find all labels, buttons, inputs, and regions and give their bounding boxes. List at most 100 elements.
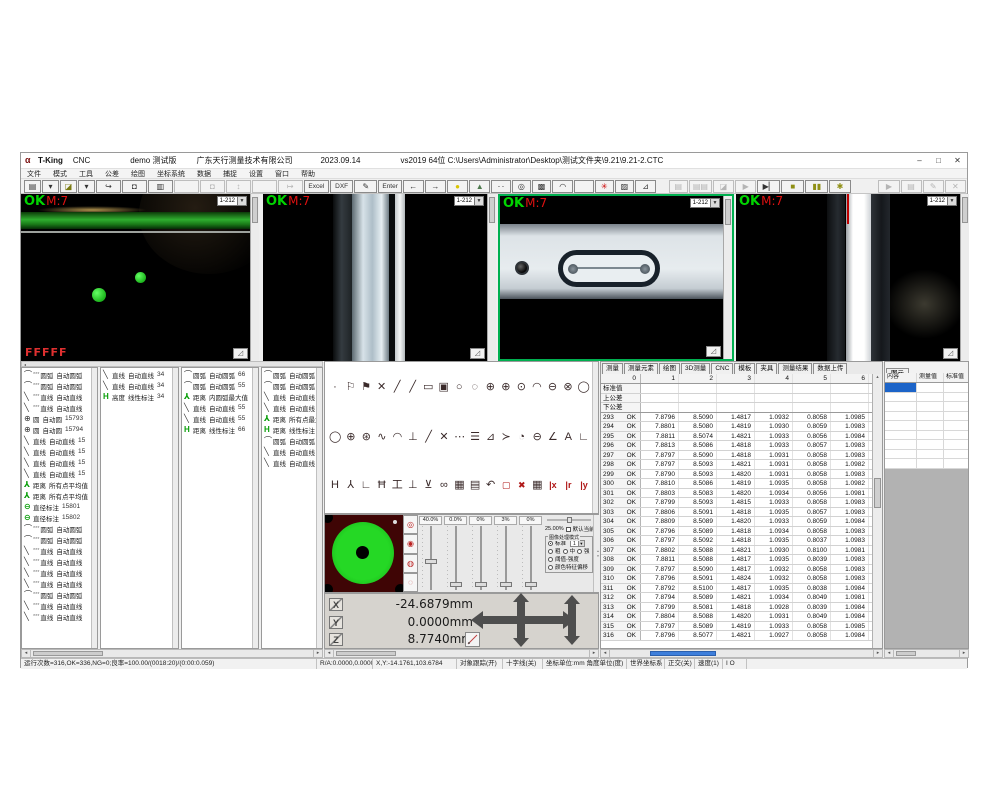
- ring-outer-button[interactable]: ◌: [403, 573, 418, 592]
- element-row[interactable]: [885, 383, 968, 393]
- list-item[interactable]: ╲***直线自动直线: [22, 600, 97, 611]
- slider-thumb[interactable]: [425, 559, 437, 564]
- element-row[interactable]: [885, 440, 968, 450]
- list-item[interactable]: ╲直线自动直线15: [22, 468, 97, 479]
- arc-icon[interactable]: ◠: [531, 379, 543, 395]
- close-button[interactable]: ✕: [948, 154, 967, 168]
- menu-item-8[interactable]: 捕捉: [217, 169, 243, 179]
- pick-flag-icon[interactable]: ⚐: [345, 379, 357, 395]
- menu-item-11[interactable]: 帮助: [295, 169, 321, 179]
- table-row[interactable]: 297OK7.87978.50901.48181.09310.80581.098…: [601, 451, 872, 461]
- table-label-row[interactable]: 下公差: [601, 403, 872, 413]
- right-angle-icon[interactable]: ∟: [578, 429, 590, 445]
- point-icon[interactable]: ·: [329, 379, 341, 395]
- slider-track[interactable]: [468, 526, 493, 590]
- chart-button[interactable]: ⊿: [635, 180, 656, 193]
- table-label-row[interactable]: 标准值: [601, 384, 872, 394]
- dither-button[interactable]: ▨: [615, 180, 634, 193]
- list-item[interactable]: H高度线性标注34: [101, 391, 178, 402]
- coord-x-icon[interactable]: |x: [547, 477, 559, 493]
- ellipse-icon[interactable]: ◯: [578, 379, 590, 395]
- table-tab-3[interactable]: 绘图: [659, 363, 680, 374]
- element-row[interactable]: [885, 459, 968, 469]
- camera-1-view[interactable]: OKM:7 1-212▼ FFFFF ◿: [21, 194, 259, 361]
- menu-item-9[interactable]: 设置: [243, 169, 269, 179]
- list-item[interactable]: ⅄距离所有点平均值: [22, 479, 97, 490]
- results-vertical-scrollbar[interactable]: ▲: [872, 374, 882, 648]
- h-dimension-icon[interactable]: H: [329, 477, 341, 493]
- height-dimension-icon[interactable]: Ħ: [376, 477, 388, 493]
- line-2-icon[interactable]: ╱: [407, 379, 419, 395]
- list-item[interactable]: ╲直线自动直线15: [22, 457, 97, 468]
- element-row[interactable]: [885, 431, 968, 441]
- beam-dimension-icon[interactable]: 工: [391, 477, 403, 493]
- camera-scrollbar[interactable]: [960, 194, 969, 361]
- table-row[interactable]: 313OK7.87998.50811.48181.09280.80391.098…: [601, 603, 872, 613]
- list-item[interactable]: ⊖直径标注15801: [22, 501, 97, 512]
- list-item[interactable]: ⌒圆弧自动圆弧55: [262, 435, 322, 446]
- circle-plus-icon[interactable]: ⊕: [484, 379, 496, 395]
- list-item[interactable]: ⅄距离内圆弧最大值: [182, 391, 258, 402]
- table-tab-5[interactable]: CNC: [711, 363, 733, 374]
- nav-button[interactable]: ↪: [96, 180, 121, 193]
- ring-all-button[interactable]: ◎: [403, 515, 418, 534]
- grid-calc-icon[interactable]: ▦: [454, 477, 466, 493]
- perp-dimension-icon[interactable]: ⊥: [407, 477, 419, 493]
- element-row[interactable]: [885, 393, 968, 403]
- dashes-button[interactable]: - -: [491, 180, 510, 193]
- menu-item-4[interactable]: 公差: [99, 169, 125, 179]
- resize-grip-icon[interactable]: ◿: [233, 348, 248, 359]
- red-cross-icon[interactable]: ✖: [516, 477, 528, 493]
- dots-icon[interactable]: ⋯: [454, 429, 466, 445]
- resize-grip-icon[interactable]: ◿: [706, 346, 721, 357]
- circle-quarter-icon[interactable]: ◔: [516, 429, 528, 445]
- camera-range-select[interactable]: 1-212▼: [454, 196, 484, 206]
- play-to-end-button[interactable]: ▶▏: [757, 180, 780, 193]
- list-item[interactable]: ⌒圆弧自动圆弧55: [262, 369, 322, 380]
- tools-button[interactable]: ✱: [829, 180, 850, 193]
- table-tab-2[interactable]: 测量元素: [624, 363, 658, 374]
- palette-hscrollbar[interactable]: ◂▸: [324, 649, 599, 658]
- minimize-button[interactable]: –: [910, 154, 929, 168]
- table-row[interactable]: 293OK7.87968.50901.48171.09320.80581.098…: [601, 413, 872, 423]
- jog-z-arrows[interactable]: [568, 604, 576, 636]
- jog-vertical-arrows[interactable]: [517, 602, 525, 638]
- table-row[interactable]: 315OK7.87978.50891.48191.09330.80581.098…: [601, 622, 872, 632]
- resize-grip-icon[interactable]: ◿: [470, 348, 485, 359]
- slider-track[interactable]: [518, 526, 543, 590]
- table-row[interactable]: 296OK7.88138.50861.48181.09330.80571.098…: [601, 441, 872, 451]
- save-button[interactable]: ▤: [24, 180, 41, 193]
- list-item[interactable]: ╲直线自动直线55: [182, 402, 258, 413]
- slash-icon[interactable]: ╱: [423, 429, 435, 445]
- camera-scrollbar[interactable]: [487, 194, 496, 361]
- list-item[interactable]: ⊕圆自动圆15794: [22, 424, 97, 435]
- element-row[interactable]: [885, 412, 968, 422]
- list-item[interactable]: ╲直线自动直线15: [22, 446, 97, 457]
- blank3-button[interactable]: [574, 180, 593, 193]
- radio-standard[interactable]: [548, 541, 553, 546]
- list-item[interactable]: ⌒圆弧自动圆弧55: [182, 380, 258, 391]
- table-row[interactable]: 304OK7.88098.50891.48201.09330.80591.098…: [601, 517, 872, 527]
- zoom-slider[interactable]: [547, 517, 591, 523]
- table-row[interactable]: 305OK7.87968.50891.48181.09340.80581.098…: [601, 527, 872, 537]
- list-item[interactable]: ⌒***圆弧自动圆弧: [22, 380, 97, 391]
- menu-item-6[interactable]: 坐标系统: [151, 169, 191, 179]
- diagonal-move-button[interactable]: [465, 632, 480, 647]
- slider-thumb[interactable]: [525, 582, 537, 587]
- radio-level[interactable]: [548, 549, 553, 554]
- list-item[interactable]: ╲直线自动直线55: [182, 413, 258, 424]
- slider-track[interactable]: [418, 526, 443, 590]
- rect-grid-icon[interactable]: ▣: [438, 379, 450, 395]
- list-item[interactable]: ⌒***圆弧自动圆弧: [22, 369, 97, 380]
- lasso-button[interactable]: ◠: [552, 180, 573, 193]
- radio-threshold[interactable]: [548, 557, 553, 562]
- camera-4-view[interactable]: OKM:7 1-212▼ ◿: [736, 194, 969, 361]
- table-label-row[interactable]: 上公差: [601, 394, 872, 404]
- slider-thumb[interactable]: [450, 582, 462, 587]
- table-tab-8[interactable]: 测量结果: [778, 363, 812, 374]
- list-item[interactable]: ⅄距离所有点最大值: [262, 413, 322, 424]
- ring-center-button[interactable]: ◉: [403, 534, 418, 553]
- table-grid-icon[interactable]: ▦: [531, 477, 543, 493]
- camera-range-select[interactable]: 1-212▼: [927, 196, 957, 206]
- text-label-icon[interactable]: A: [562, 429, 574, 445]
